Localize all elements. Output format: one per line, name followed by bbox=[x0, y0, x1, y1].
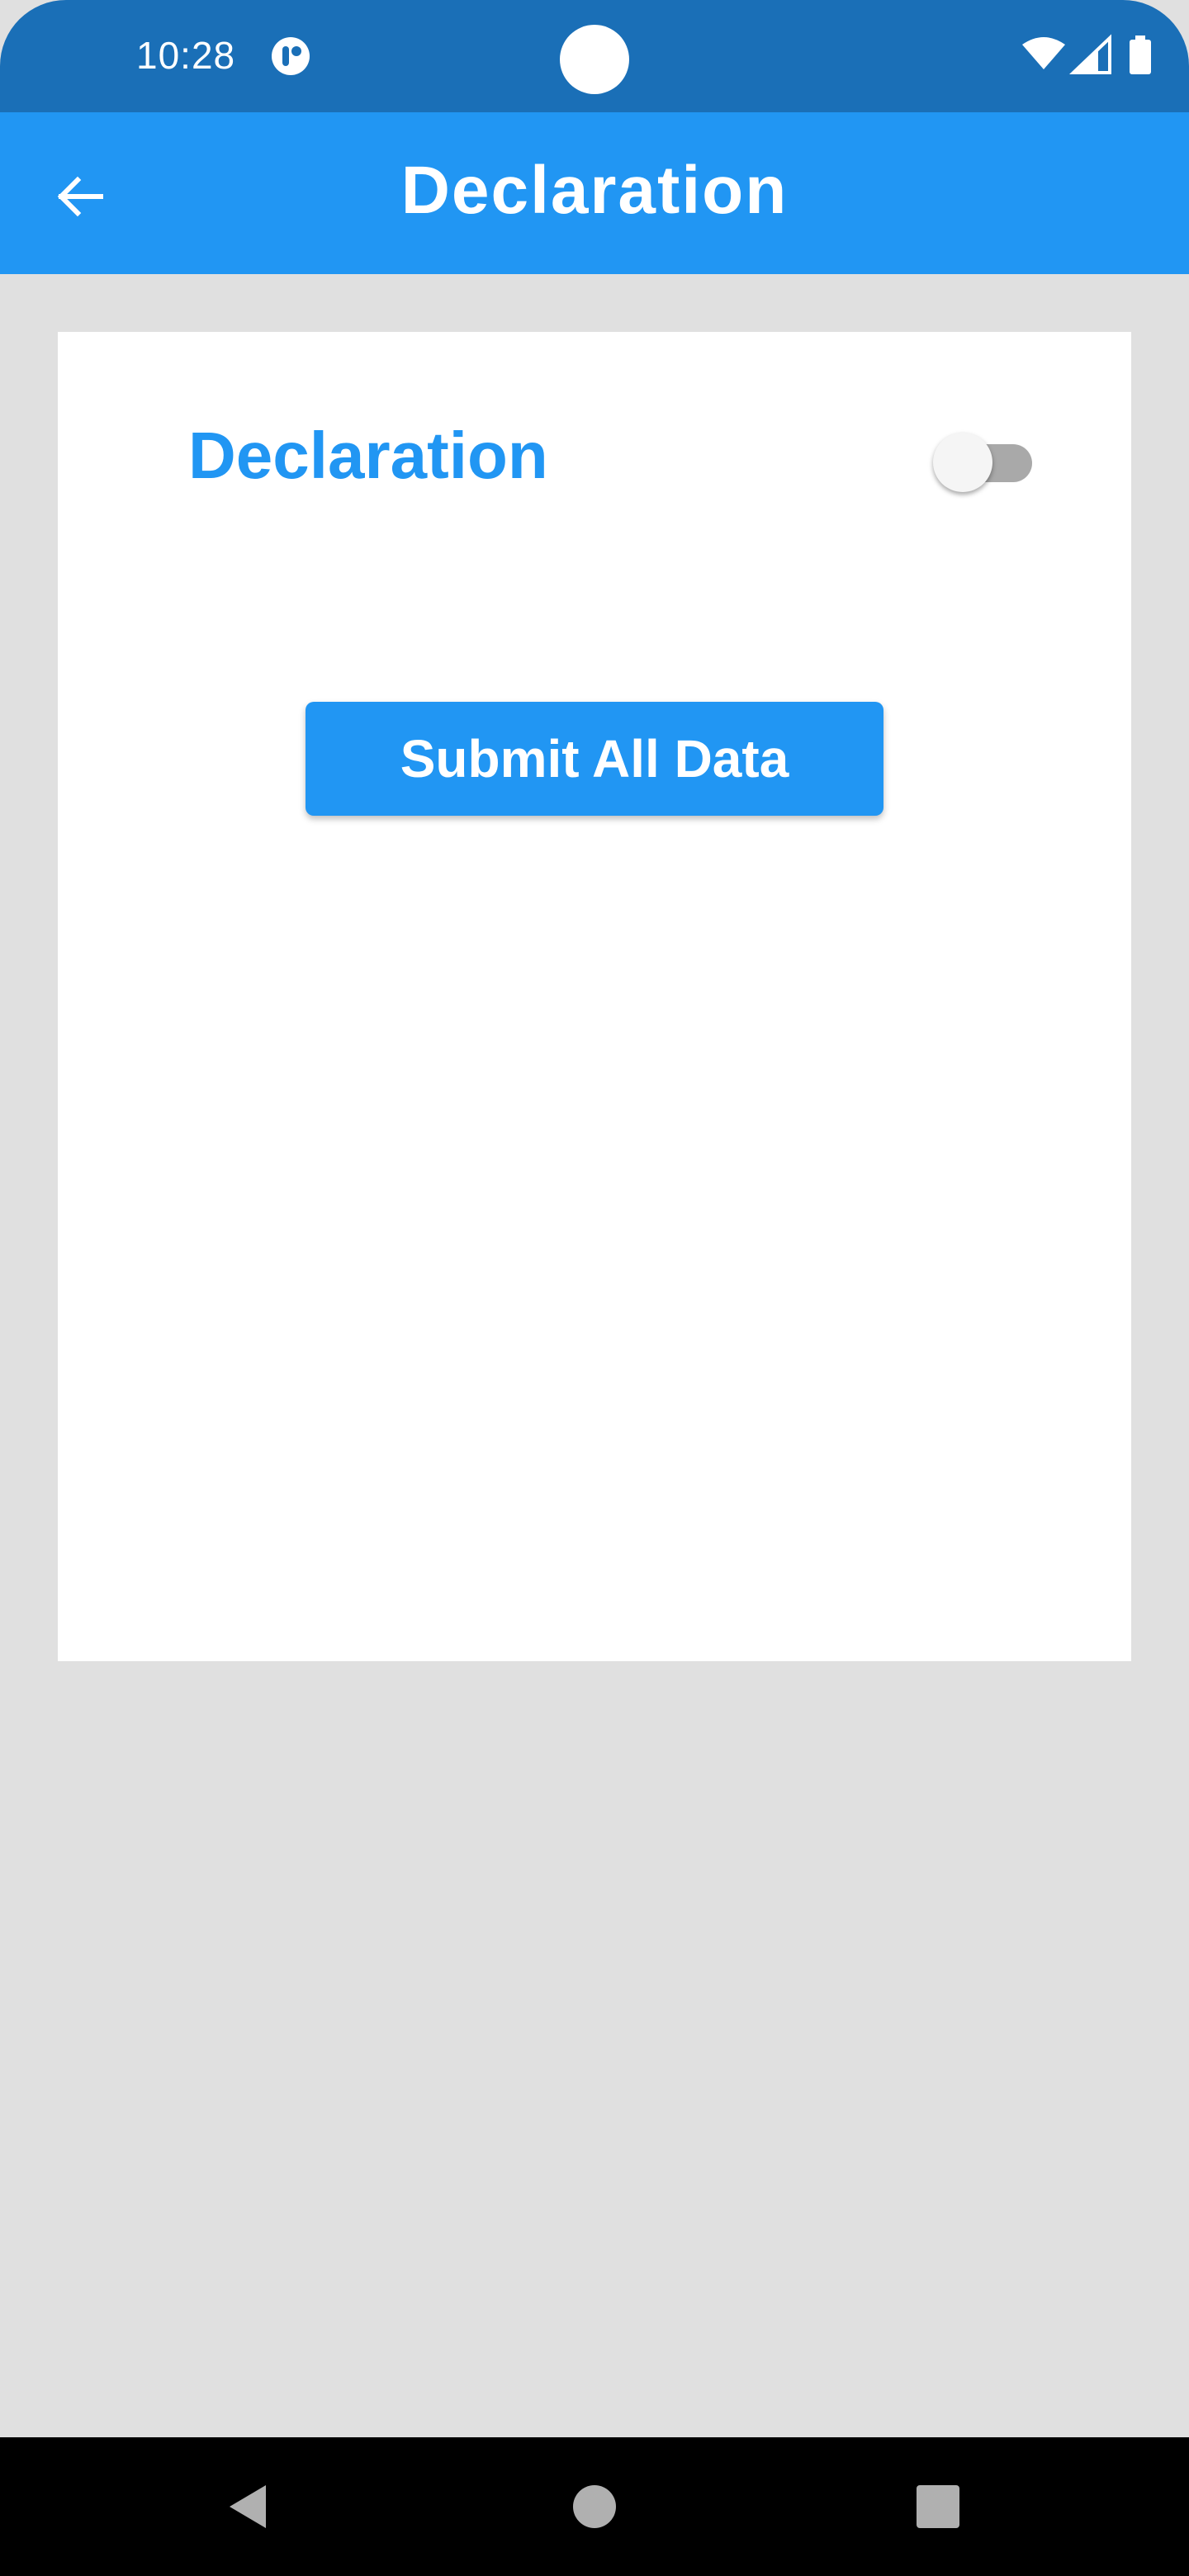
nav-home-button[interactable] bbox=[565, 2477, 624, 2536]
camera-cutout bbox=[560, 25, 629, 94]
wifi-icon bbox=[1022, 37, 1065, 69]
system-status-icons bbox=[1022, 34, 1151, 74]
page-title: Declaration bbox=[400, 153, 789, 228]
declaration-toggle[interactable] bbox=[933, 431, 1040, 494]
home-circle-icon bbox=[573, 2485, 616, 2528]
nav-back-button[interactable] bbox=[218, 2477, 277, 2536]
system-nav-bar bbox=[0, 2437, 1189, 2576]
submit-all-data-button[interactable]: Submit All Data bbox=[306, 702, 883, 816]
app-bar: Declaration bbox=[0, 112, 1189, 274]
nav-recents-button[interactable] bbox=[908, 2477, 968, 2536]
recents-square-icon bbox=[917, 2485, 959, 2528]
app-indicator-icon bbox=[272, 37, 310, 75]
status-time: 10:28 bbox=[136, 34, 236, 77]
declaration-card: Declaration Submit All Data bbox=[58, 332, 1131, 1661]
declaration-label: Declaration bbox=[188, 419, 548, 492]
status-bar: 10:28 bbox=[0, 0, 1189, 112]
back-triangle-icon bbox=[230, 2485, 266, 2528]
signal-icon bbox=[1069, 34, 1111, 74]
toggle-thumb bbox=[933, 433, 992, 492]
battery-icon bbox=[1130, 36, 1151, 74]
